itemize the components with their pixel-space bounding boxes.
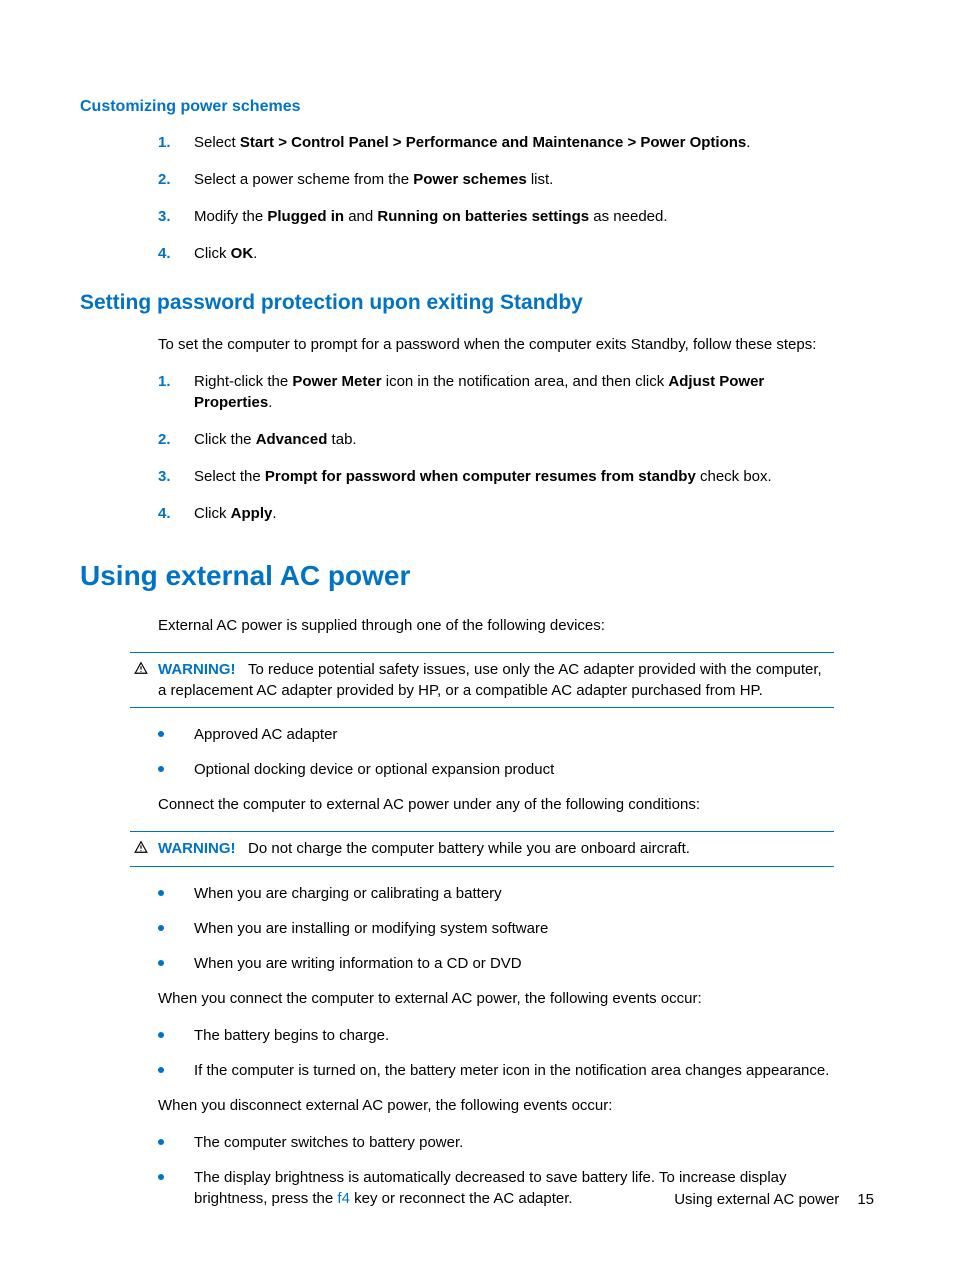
warning-icon bbox=[134, 838, 158, 860]
step-text: Right-click the Power Meter icon in the … bbox=[194, 371, 834, 413]
step-text: Select a power scheme from the Power sch… bbox=[194, 169, 834, 190]
step-item: 1. Right-click the Power Meter icon in t… bbox=[158, 371, 834, 413]
step-text: Click OK. bbox=[194, 243, 834, 264]
warning-icon bbox=[134, 659, 158, 681]
list-item: Approved AC adapter bbox=[158, 724, 834, 745]
step-text: Select Start > Control Panel > Performan… bbox=[194, 132, 834, 153]
step-number: 1. bbox=[158, 132, 194, 153]
key-f4: f4 bbox=[337, 1190, 350, 1207]
list-item: When you are writing information to a CD… bbox=[158, 953, 834, 974]
step-item: 1. Select Start > Control Panel > Perfor… bbox=[158, 132, 834, 153]
step-item: 4. Click Apply. bbox=[158, 503, 834, 524]
list-item: When you are charging or calibrating a b… bbox=[158, 883, 834, 904]
bullet-list: When you are charging or calibrating a b… bbox=[158, 883, 834, 974]
step-item: 4. Click OK. bbox=[158, 243, 834, 264]
step-number: 4. bbox=[158, 243, 194, 264]
list-item: The battery begins to charge. bbox=[158, 1025, 834, 1046]
page-number: 15 bbox=[857, 1191, 874, 1208]
warning-text: WARNING! Do not charge the computer batt… bbox=[158, 838, 834, 859]
steps-password: 1. Right-click the Power Meter icon in t… bbox=[158, 371, 834, 524]
paragraph: When you connect the computer to externa… bbox=[158, 988, 834, 1009]
page-footer: Using external AC power 15 bbox=[674, 1189, 874, 1210]
heading-customizing: Customizing power schemes bbox=[80, 96, 874, 118]
step-number: 1. bbox=[158, 371, 194, 413]
step-number: 3. bbox=[158, 466, 194, 487]
step-text: Modify the Plugged in and Running on bat… bbox=[194, 206, 834, 227]
paragraph: Connect the computer to external AC powe… bbox=[158, 794, 834, 815]
intro-paragraph: To set the computer to prompt for a pass… bbox=[158, 334, 834, 355]
heading-external-ac: Using external AC power bbox=[80, 556, 874, 595]
list-item: If the computer is turned on, the batter… bbox=[158, 1060, 834, 1081]
step-text: Click the Advanced tab. bbox=[194, 429, 834, 450]
list-item: The computer switches to battery power. bbox=[158, 1132, 834, 1153]
warning-box: WARNING! Do not charge the computer batt… bbox=[130, 831, 834, 867]
list-item: Optional docking device or optional expa… bbox=[158, 759, 834, 780]
step-item: 2. Click the Advanced tab. bbox=[158, 429, 834, 450]
footer-title: Using external AC power bbox=[674, 1191, 839, 1208]
step-text: Click Apply. bbox=[194, 503, 834, 524]
step-item: 3. Select the Prompt for password when c… bbox=[158, 466, 834, 487]
step-text: Select the Prompt for password when comp… bbox=[194, 466, 834, 487]
step-number: 2. bbox=[158, 429, 194, 450]
heading-password-protection: Setting password protection upon exiting… bbox=[80, 288, 874, 317]
bullet-list: Approved AC adapter Optional docking dev… bbox=[158, 724, 834, 780]
bullet-list: The battery begins to charge. If the com… bbox=[158, 1025, 834, 1081]
paragraph: When you disconnect external AC power, t… bbox=[158, 1095, 834, 1116]
step-item: 2. Select a power scheme from the Power … bbox=[158, 169, 834, 190]
steps-customizing: 1. Select Start > Control Panel > Perfor… bbox=[158, 132, 834, 264]
step-number: 2. bbox=[158, 169, 194, 190]
intro-paragraph: External AC power is supplied through on… bbox=[158, 615, 834, 636]
step-item: 3. Modify the Plugged in and Running on … bbox=[158, 206, 834, 227]
step-number: 4. bbox=[158, 503, 194, 524]
warning-box: WARNING! To reduce potential safety issu… bbox=[130, 652, 834, 708]
warning-text: WARNING! To reduce potential safety issu… bbox=[158, 659, 834, 701]
step-number: 3. bbox=[158, 206, 194, 227]
list-item: When you are installing or modifying sys… bbox=[158, 918, 834, 939]
